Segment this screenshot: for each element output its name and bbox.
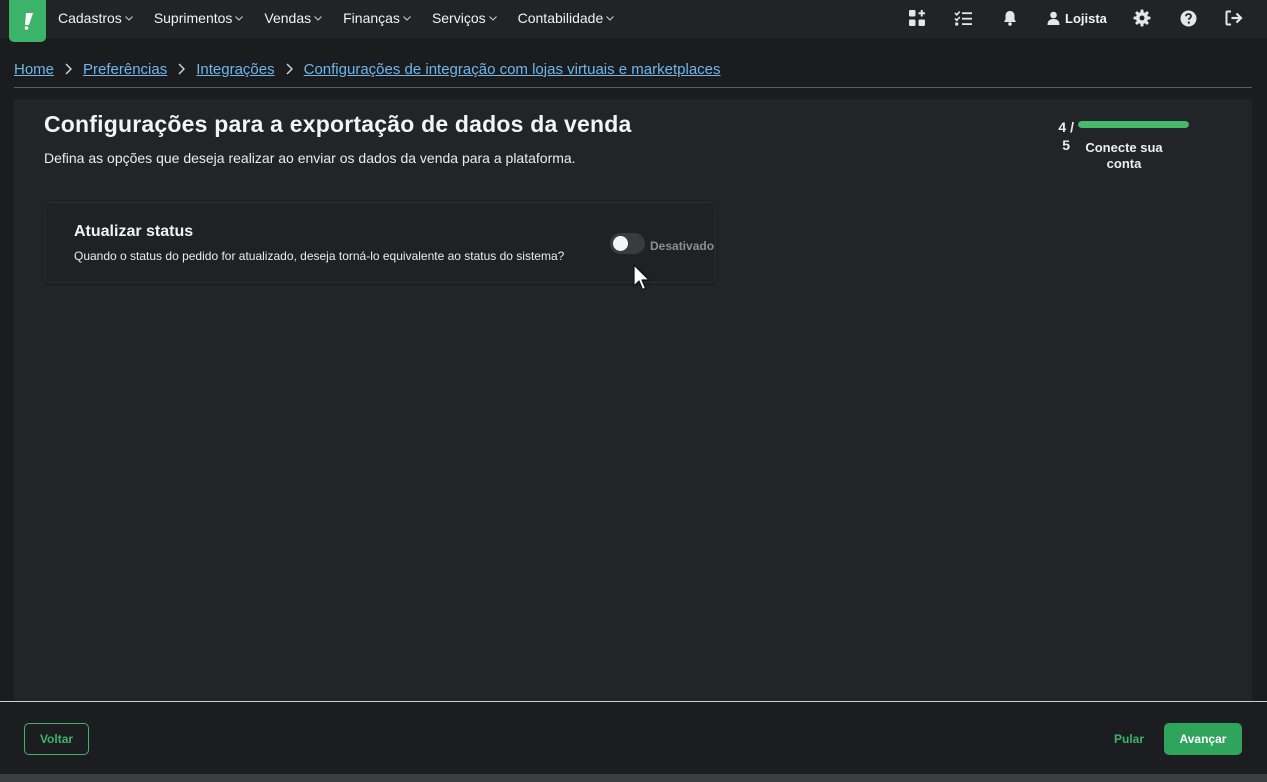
breadcrumb-configuracoes[interactable]: Configurações de integração com lojas vi… <box>304 61 721 78</box>
step-progress-fill <box>1078 121 1189 128</box>
setting-card-update-status: Atualizar status Quando o status do pedi… <box>44 202 716 283</box>
breadcrumb-preferencias[interactable]: Preferências <box>83 61 167 78</box>
wizard-footer: Voltar Pular Avançar <box>0 701 1267 774</box>
breadcrumb-divider <box>14 87 1252 88</box>
mouse-cursor-icon <box>633 264 650 291</box>
menu-suprimentos[interactable]: Suprimentos <box>154 10 244 26</box>
user-icon <box>1047 11 1060 25</box>
step-counter: 4 / 5 <box>1044 118 1074 154</box>
menu-label: Serviços <box>431 10 486 26</box>
step-total: 5 <box>1062 137 1070 153</box>
menu-financas[interactable]: Finanças <box>343 10 411 26</box>
step-current: 4 / <box>1058 119 1074 135</box>
gear-icon[interactable] <box>1132 8 1152 28</box>
menu-vendas[interactable]: Vendas <box>264 10 322 26</box>
apps-add-icon[interactable] <box>907 8 927 28</box>
logout-icon[interactable] <box>1224 8 1244 28</box>
setting-title: Atualizar status <box>74 223 194 240</box>
main-panel: Configurações para a exportação de dados… <box>14 99 1252 702</box>
page-subtitle: Defina as opções que deseja realizar ao … <box>44 150 576 166</box>
top-navigation-bar: Cadastros Suprimentos Vendas Finanças Se… <box>0 0 1267 42</box>
user-label: Lojista <box>1065 10 1107 26</box>
help-icon[interactable] <box>1178 8 1198 28</box>
user-menu[interactable]: Lojista <box>1047 8 1107 28</box>
menu-label: Cadastros <box>58 10 122 26</box>
step-progress-bar <box>1078 121 1189 128</box>
breadcrumb-integracoes[interactable]: Integrações <box>196 61 274 78</box>
skip-button[interactable]: Pular <box>1105 723 1153 755</box>
chevron-down-icon <box>235 15 244 21</box>
chevron-right-icon <box>65 63 73 75</box>
chevron-down-icon <box>124 15 133 21</box>
update-status-toggle[interactable] <box>610 233 645 254</box>
chevron-down-icon <box>403 15 411 21</box>
menu-label: Suprimentos <box>153 10 233 26</box>
menu-cadastros[interactable]: Cadastros <box>58 10 133 26</box>
bell-icon[interactable] <box>1000 8 1020 28</box>
chevron-down-icon <box>606 15 615 21</box>
page-title: Configurações para a exportação de dados… <box>44 111 632 137</box>
chevron-right-icon <box>178 63 186 75</box>
step-label: Conecte sua conta <box>1085 140 1163 171</box>
brand-logo-icon[interactable] <box>9 0 46 42</box>
toggle-knob <box>613 236 628 251</box>
chevron-down-icon <box>488 15 497 21</box>
main-menu: Cadastros Suprimentos Vendas Finanças Se… <box>58 0 635 36</box>
checklist-icon[interactable] <box>953 8 973 28</box>
menu-servicos[interactable]: Serviços <box>432 10 497 26</box>
setting-description: Quando o status do pedido for atualizado… <box>74 249 565 263</box>
toggle-state-label: Desativado <box>650 239 715 253</box>
menu-label: Contabilidade <box>517 10 604 26</box>
bottom-edge <box>0 774 1267 782</box>
chevron-down-icon <box>314 15 322 21</box>
menu-label: Finanças <box>343 10 400 26</box>
menu-contabilidade[interactable]: Contabilidade <box>518 10 615 26</box>
back-button[interactable]: Voltar <box>24 723 89 755</box>
breadcrumb-home[interactable]: Home <box>14 61 54 78</box>
chevron-right-icon <box>286 63 293 75</box>
step-indicator: 4 / 5 Conecte sua conta <box>1044 118 1224 178</box>
next-button[interactable]: Avançar <box>1164 723 1242 755</box>
breadcrumb: Home Preferências Integrações Configuraç… <box>14 59 721 79</box>
menu-label: Vendas <box>264 10 312 26</box>
